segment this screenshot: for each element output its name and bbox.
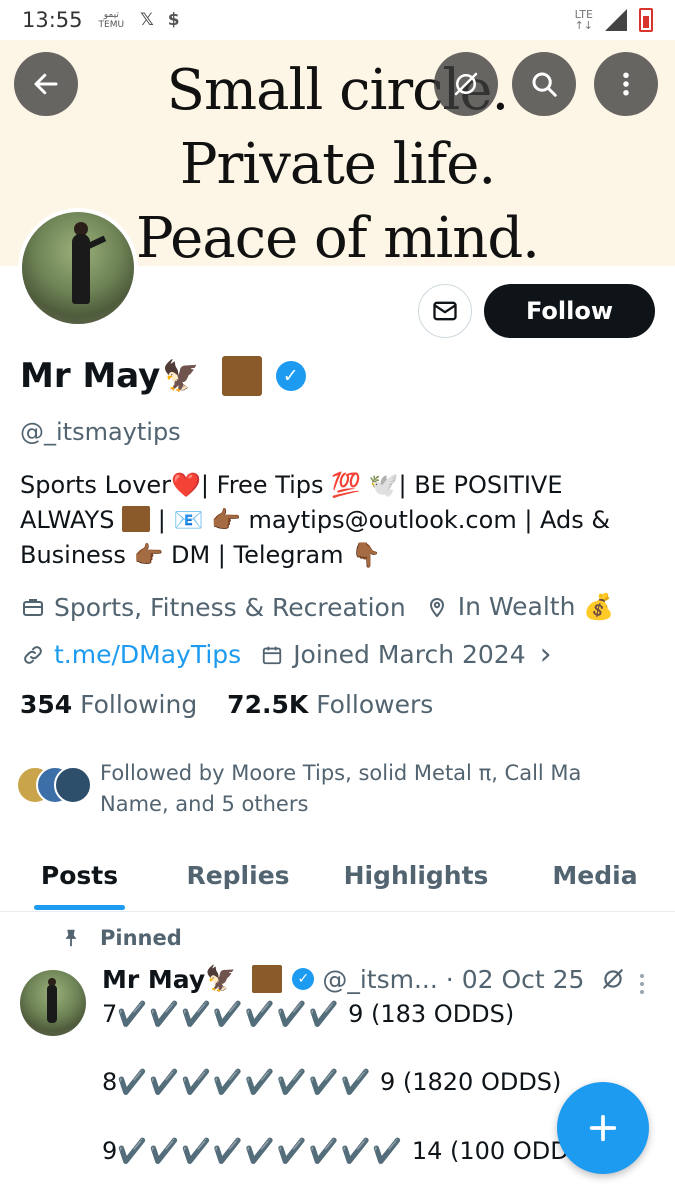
follow-counts: 354 Following 72.5K Followers [20, 690, 433, 719]
following-count-link[interactable]: 354 Following [20, 690, 197, 719]
banner-text-line-2: Private life. [179, 132, 496, 197]
calendar-icon [259, 642, 285, 668]
profile-website-link[interactable]: t.me/DMayTips [54, 640, 241, 669]
signal-icon [605, 9, 627, 31]
post-author-avatar[interactable] [20, 970, 86, 1036]
post-text-line: 9✔️✔️✔️✔️✔️✔️✔️✔️✔️ 14 (100 ODD [102, 1137, 569, 1165]
eagle-emoji: 🦅 [162, 358, 200, 394]
location-pin-icon [424, 594, 450, 620]
tab-replies[interactable]: Replies [159, 840, 317, 911]
more-vertical-icon [623, 72, 629, 96]
plus-icon [589, 1114, 617, 1142]
pin-icon [65, 929, 77, 947]
followed-by-section[interactable]: Followed by Moore Tips, solid Metal π, C… [16, 758, 656, 820]
post-more-icon[interactable] [636, 972, 648, 996]
message-button[interactable] [418, 284, 472, 338]
grok-icon[interactable] [600, 966, 626, 992]
compose-post-button[interactable] [557, 1082, 649, 1174]
search-button[interactable] [512, 52, 576, 116]
tab-posts[interactable]: Posts [0, 840, 159, 911]
battery-icon [639, 8, 653, 32]
post-text-line: 8✔️✔️✔️✔️✔️✔️✔️✔️ 9 (1820 ODDS) [102, 1068, 562, 1096]
grok-icon [454, 72, 478, 96]
tab-highlights[interactable]: Highlights [317, 840, 515, 911]
pinned-indicator: Pinned [60, 926, 182, 950]
brown-square-emoji [122, 506, 151, 532]
profile-meta-row-2: t.me/DMayTips Joined March 2024 › [20, 637, 552, 672]
verified-badge-icon[interactable]: ✓ [275, 361, 306, 391]
post-date[interactable]: · 02 Oct 25 [446, 965, 585, 994]
status-bar: 13:55 ﺗﻴﻤﻮ TEMU 𝕏 $ LTE ↑↓ [0, 0, 675, 40]
network-indicator: LTE ↑↓ [574, 8, 593, 32]
avatar [54, 766, 92, 804]
profile-tabs: Posts Replies Highlights Media [0, 840, 675, 912]
brown-square-emoji [252, 965, 283, 993]
dollar-notification-icon: $ [167, 10, 180, 30]
envelope-icon [433, 301, 457, 321]
brown-square-emoji [221, 356, 262, 396]
post-text-line: 7✔️✔️✔️✔️✔️✔️✔️ 9 (183 ODDS) [102, 1000, 515, 1028]
profile-meta-row-1: Sports, Fitness & Recreation In Wealth 💰 [20, 592, 615, 622]
search-icon [532, 72, 557, 97]
display-name: Mr May 🦅 ✓ [20, 356, 306, 396]
profile-joined-date: Joined March 2024 [293, 640, 526, 669]
chevron-right-icon[interactable]: › [540, 637, 552, 672]
link-icon [20, 642, 46, 668]
active-tab-indicator [34, 905, 125, 910]
profile-handle: @_itsmaytips [20, 418, 181, 446]
display-name-text: Mr May [20, 356, 161, 396]
temu-notification-icon: ﺗﻴﻤﻮ TEMU [98, 10, 125, 30]
post-author-name[interactable]: Mr May [102, 965, 205, 994]
post-author-handle: @_itsm... [322, 964, 438, 994]
verified-badge-icon: ✓ [292, 968, 315, 990]
profile-category: Sports, Fitness & Recreation [54, 592, 406, 622]
followed-by-text: Followed by Moore Tips, solid Metal π, C… [100, 761, 582, 816]
profile-avatar[interactable] [18, 208, 138, 328]
profile-bio: Sports Lover❤️| Free Tips 💯 🕊️| BE POSIT… [20, 471, 611, 569]
tab-media[interactable]: Media [515, 840, 675, 911]
follower-avatars [16, 758, 96, 804]
follow-button[interactable]: Follow [484, 284, 655, 338]
post-header: Mr May 🦅 ✓ @_itsm... · 02 Oct 25 [102, 964, 626, 994]
briefcase-icon [20, 594, 46, 620]
back-button[interactable] [14, 52, 78, 116]
eagle-emoji: 🦅 [205, 964, 237, 993]
followers-count-link[interactable]: 72.5K Followers [227, 690, 433, 719]
grok-button[interactable] [434, 52, 498, 116]
x-notification-icon: 𝕏 [140, 10, 154, 30]
back-arrow-icon [34, 73, 58, 95]
status-time: 13:55 [22, 8, 83, 32]
profile-location: In Wealth 💰 [457, 592, 615, 621]
more-options-button[interactable] [594, 52, 658, 116]
